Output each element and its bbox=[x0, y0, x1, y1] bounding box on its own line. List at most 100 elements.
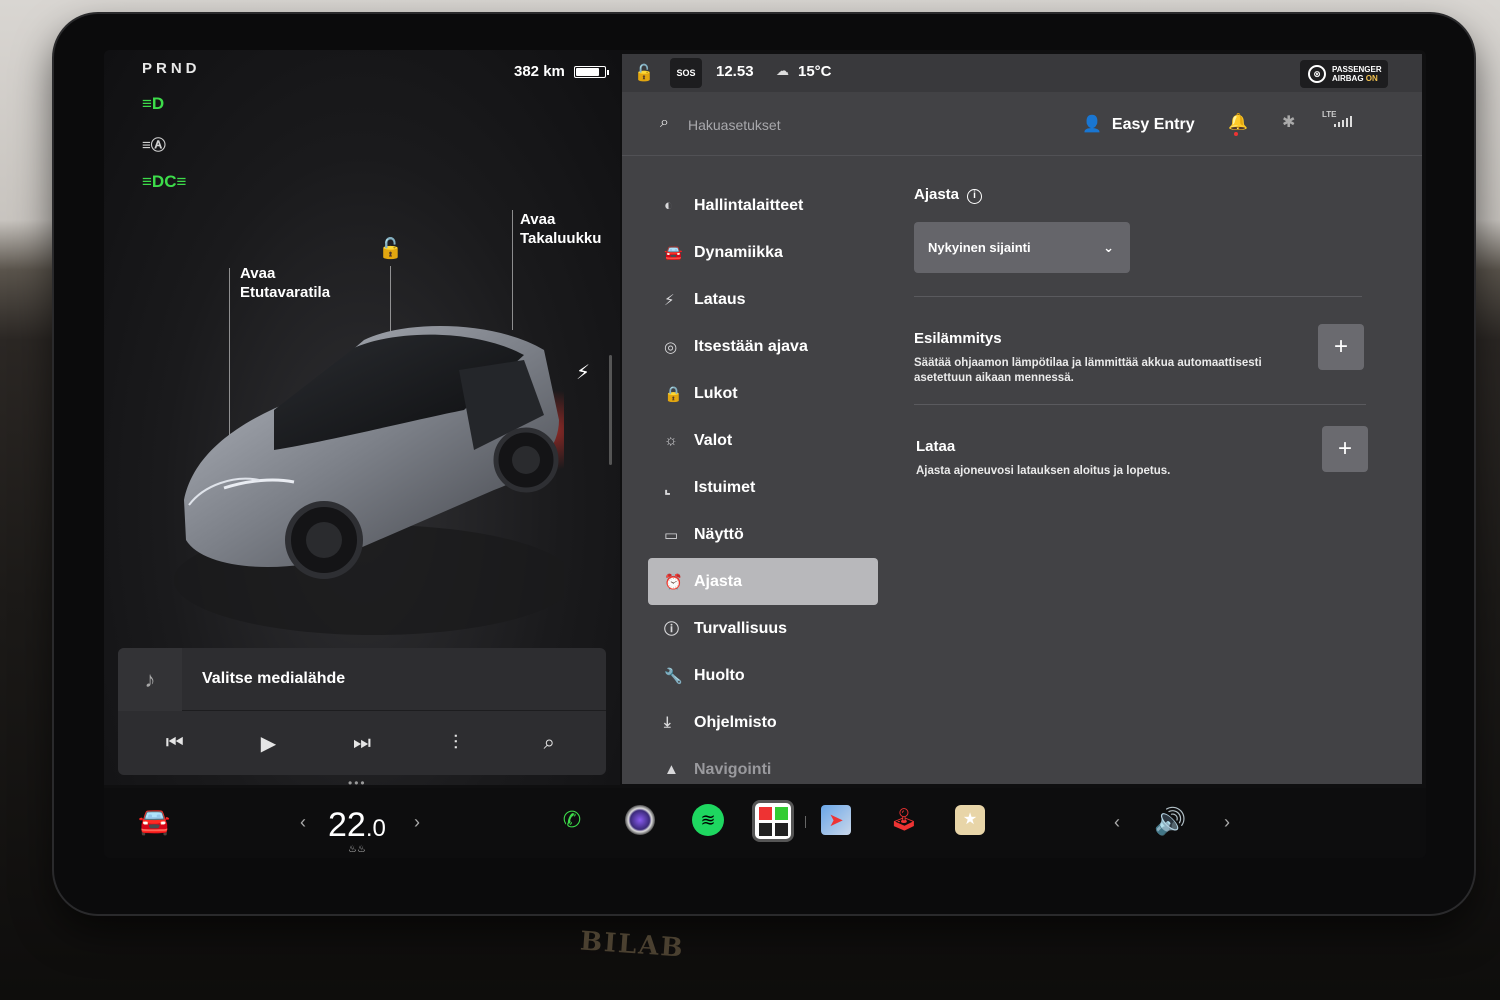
menu-item-hallintalaitteet[interactable]: ◐ Hallintalaitteet bbox=[648, 182, 878, 229]
menu-item-näyttö[interactable]: ▭ Näyttö bbox=[648, 511, 878, 558]
toggle-icon: ◐ bbox=[664, 197, 674, 214]
menu-item-istuimet[interactable]: ⌞ Istuimet bbox=[648, 464, 878, 511]
sos-button[interactable]: SOS bbox=[670, 58, 702, 88]
volume-down-chevron-icon[interactable]: ‹ bbox=[1114, 812, 1120, 833]
menu-item-lataus[interactable]: ⚡ Lataus bbox=[648, 276, 878, 323]
battery-fill bbox=[576, 68, 599, 76]
charge-port-icon[interactable]: ⚡ bbox=[576, 360, 590, 385]
sun-icon: ☼ bbox=[664, 432, 678, 449]
menu-item-label: Dynamiikka bbox=[694, 243, 783, 261]
divider bbox=[914, 404, 1366, 405]
frunk-callout-line1: Avaa bbox=[240, 265, 276, 282]
status-bar: 🔓 SOS 12.53 ☁ 15°C ⊗ PASSENGER AIRBAG ON bbox=[622, 54, 1422, 92]
media-search-icon[interactable]: ⌕ bbox=[529, 732, 569, 755]
phone-icon[interactable]: ✆ bbox=[552, 800, 592, 840]
media-source-label: Valitse medialähde bbox=[202, 670, 346, 687]
trunk-callout[interactable]: Avaa Takaluukku bbox=[520, 210, 601, 248]
play-icon[interactable]: ▶ bbox=[248, 731, 288, 756]
car-icon[interactable]: 🚘 bbox=[138, 806, 170, 837]
joystick-icon[interactable]: 🕹 bbox=[884, 800, 924, 840]
previous-track-icon[interactable]: ⏮ bbox=[155, 732, 195, 755]
temp-down-chevron-icon[interactable]: ‹ bbox=[300, 812, 306, 833]
wrench-icon: 🔧 bbox=[664, 667, 683, 685]
music-note-icon: ♪ bbox=[118, 648, 182, 711]
menu-item-label: Valot bbox=[694, 431, 733, 449]
menu-item-label: Huolto bbox=[694, 666, 745, 684]
seat-icon: ⌞ bbox=[664, 479, 672, 497]
trunk-callout-line2: Takaluukku bbox=[520, 230, 602, 247]
signal-strength-icon bbox=[1334, 116, 1352, 127]
plus-icon: + bbox=[1337, 435, 1352, 462]
menu-item-label: Lataus bbox=[694, 290, 746, 308]
navigation-arrow-icon: ▲ bbox=[664, 761, 679, 778]
menu-item-lukot[interactable]: 🔒 Lukot bbox=[648, 370, 878, 417]
location-dropdown[interactable]: Nykyinen sijainti ⌄ bbox=[914, 222, 1130, 273]
unlock-icon[interactable]: 🔓 bbox=[378, 236, 403, 261]
headlight-icon: ≡D bbox=[142, 94, 165, 113]
seat-heater-icon: ♨♨ bbox=[348, 844, 366, 855]
settings-header: ⌕ 👤Easy Entry 🔔 ✱ LTE bbox=[622, 98, 1422, 156]
preheat-description: Säätää ohjaamon lämpötilaa ja lämmittää … bbox=[914, 357, 1262, 384]
schedule-title: Ajasta bbox=[914, 186, 960, 203]
settings-search-input[interactable] bbox=[688, 114, 988, 136]
camera-icon[interactable] bbox=[620, 800, 660, 840]
bluetooth-icon[interactable]: ✱ bbox=[1282, 112, 1295, 132]
info-icon[interactable]: i bbox=[967, 189, 983, 204]
menu-item-turvallisuus[interactable]: ⓘ Turvallisuus bbox=[648, 605, 878, 652]
airbag-label-line1: PASSENGER bbox=[1332, 65, 1382, 74]
menu-item-ajasta[interactable]: ⏰ Ajasta bbox=[648, 558, 878, 605]
menu-item-label: Hallintalaitteet bbox=[694, 196, 804, 214]
cloud-icon: ☁ bbox=[776, 63, 789, 78]
spotify-icon[interactable]: ≋ bbox=[688, 800, 728, 840]
volume-icon[interactable]: 🔊 bbox=[1154, 806, 1186, 837]
search-icon[interactable]: ⌕ bbox=[660, 114, 669, 132]
cabin-temperature[interactable]: 22.0 bbox=[328, 806, 386, 845]
add-charge-schedule-button[interactable]: + bbox=[1322, 426, 1368, 472]
auto-highbeam-icon: ≡Ⓐ bbox=[142, 137, 166, 154]
add-preheat-button[interactable]: + bbox=[1318, 324, 1364, 370]
cabin-temperature-whole: 22 bbox=[328, 806, 366, 844]
notification-bell-icon[interactable]: 🔔 bbox=[1228, 112, 1248, 136]
passenger-airbag-indicator: ⊗ PASSENGER AIRBAG ON bbox=[1300, 60, 1388, 88]
apps-icon[interactable] bbox=[752, 800, 794, 842]
alarm-clock-icon: ⏰ bbox=[664, 573, 683, 591]
menu-item-label: Näyttö bbox=[694, 525, 744, 543]
settings-pane: 🔓 SOS 12.53 ☁ 15°C ⊗ PASSENGER AIRBAG ON… bbox=[622, 54, 1422, 784]
bolt-icon: ⚡ bbox=[664, 291, 675, 309]
dock-separator bbox=[805, 816, 806, 828]
outside-temperature: 15°C bbox=[798, 63, 832, 80]
menu-item-valot[interactable]: ☼ Valot bbox=[648, 417, 878, 464]
parking-lights-icon: ≡DC≡ bbox=[142, 172, 187, 191]
gear-indicator[interactable]: PRND bbox=[142, 60, 201, 77]
frunk-callout[interactable]: Avaa Etutavaratila bbox=[240, 264, 330, 302]
clock: 12.53 bbox=[716, 63, 754, 80]
menu-item-ohjelmisto[interactable]: ⤓ Ohjelmisto bbox=[648, 699, 878, 746]
temp-up-chevron-icon[interactable]: › bbox=[414, 812, 420, 833]
schedule-panel: Ajasta i Nykyinen sijainti ⌄ Esilämmitys … bbox=[914, 186, 1374, 477]
touchscreen: PRND ≡D ≡Ⓐ ≡DC≡ 382 km Avaa Etutavaratil… bbox=[104, 50, 1426, 858]
notification-dot bbox=[1234, 132, 1238, 136]
chevron-down-icon: ⌄ bbox=[1103, 239, 1114, 255]
door-unlock-icon[interactable]: 🔓 bbox=[634, 63, 654, 83]
person-icon: 👤 bbox=[1082, 116, 1102, 133]
menu-item-dynamiikka[interactable]: 🚘 Dynamiikka bbox=[648, 229, 878, 276]
driver-profile-button[interactable]: 👤 Easy Entry bbox=[1082, 114, 1195, 134]
battery-icon bbox=[574, 66, 609, 78]
menu-item-label: Lukot bbox=[694, 384, 738, 402]
airbag-label-line2: AIRBAG bbox=[1332, 74, 1364, 83]
divider bbox=[914, 296, 1362, 297]
charge-description: Ajasta ajoneuvosi latauksen aloitus ja l… bbox=[916, 465, 1171, 477]
menu-item-itsestään-ajava[interactable]: ◎ Itsestään ajava bbox=[648, 323, 878, 370]
menu-item-huolto[interactable]: 🔧 Huolto bbox=[648, 652, 878, 699]
equalizer-icon[interactable]: ⫶ bbox=[436, 732, 476, 755]
toybox-icon[interactable]: ★ bbox=[950, 800, 990, 840]
steering-wheel-icon: ◎ bbox=[664, 338, 678, 356]
volume-up-chevron-icon[interactable]: › bbox=[1224, 812, 1230, 833]
media-source-row[interactable]: ♪ Valitse medialähde bbox=[118, 648, 606, 711]
menu-item-navigointi[interactable]: ▲ Navigointi bbox=[648, 746, 878, 793]
dashboard-badge: BILAB bbox=[579, 926, 686, 964]
next-track-icon[interactable]: ⏭ bbox=[342, 732, 382, 755]
alert-circle-icon: ⓘ bbox=[664, 621, 680, 638]
car-view-scrollbar[interactable] bbox=[609, 355, 612, 465]
navigation-icon[interactable]: ➤ bbox=[816, 800, 856, 840]
